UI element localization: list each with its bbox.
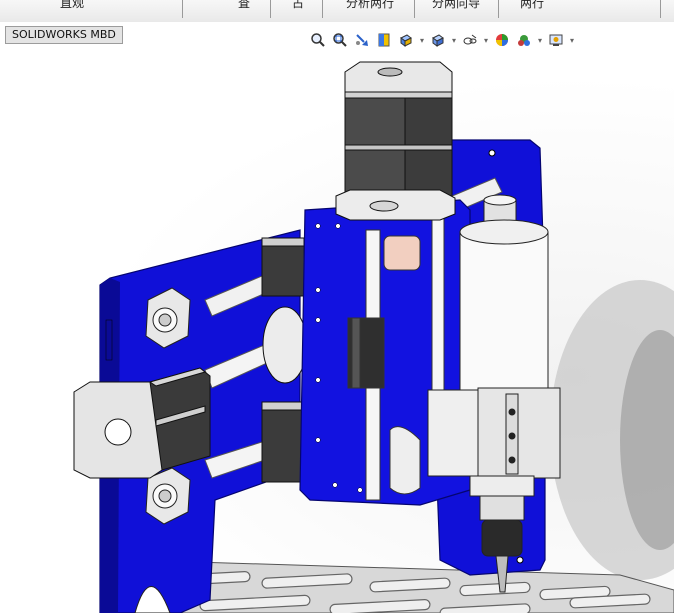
ribbon-separator — [182, 0, 183, 18]
ribbon-separator — [270, 0, 271, 18]
dropdown-arrow-icon[interactable]: ▾ — [482, 30, 490, 50]
dropdown-arrow-icon[interactable]: ▾ — [418, 30, 426, 50]
x-stepper-motor — [73, 367, 211, 479]
ribbon-tab-view[interactable]: 直观 — [60, 0, 84, 11]
ribbon-separator — [414, 0, 415, 18]
cnc-router-model[interactable] — [0, 22, 674, 613]
dropdown-arrow-icon[interactable]: ▾ — [568, 30, 576, 50]
dropdown-arrow-icon[interactable]: ▾ — [536, 30, 544, 50]
view-settings-icon[interactable] — [546, 30, 566, 50]
section-view-icon[interactable] — [374, 30, 394, 50]
zoom-to-area-icon[interactable] — [330, 30, 350, 50]
zoom-to-fit-icon[interactable] — [308, 30, 328, 50]
ribbon-tab-2[interactable]: 査 — [238, 0, 250, 11]
ribbon-tab-wizard[interactable]: 分两向导 — [432, 0, 480, 11]
view-orientation-icon[interactable] — [396, 30, 416, 50]
apply-scene-icon[interactable] — [514, 30, 534, 50]
ribbon-separator — [498, 0, 499, 18]
graphics-viewport[interactable]: SOLIDWORKS MBD ▾ ▾ ▾ ▾ ▾ — [0, 22, 674, 613]
dropdown-arrow-icon[interactable]: ▾ — [450, 30, 458, 50]
edit-appearance-icon[interactable] — [492, 30, 512, 50]
ribbon-tab-3[interactable]: 占 — [292, 0, 304, 11]
hide-show-items-icon[interactable] — [460, 30, 480, 50]
ribbon-tab-last[interactable]: 两行 — [520, 0, 544, 11]
mbd-tab[interactable]: SOLIDWORKS MBD — [5, 26, 123, 44]
previous-view-icon[interactable] — [352, 30, 372, 50]
ribbon-separator — [322, 0, 323, 18]
plate-slot — [105, 319, 113, 361]
z-stepper-motor — [335, 61, 456, 221]
heads-up-view-toolbar: ▾ ▾ ▾ ▾ ▾ — [308, 29, 576, 51]
ribbon-tab-analysis[interactable]: 分析两行 — [346, 0, 394, 11]
display-style-icon[interactable] — [428, 30, 448, 50]
command-manager-ribbon: 直观 査 占 分析两行 分两向导 两行 — [0, 0, 674, 23]
ribbon-separator — [660, 0, 661, 18]
